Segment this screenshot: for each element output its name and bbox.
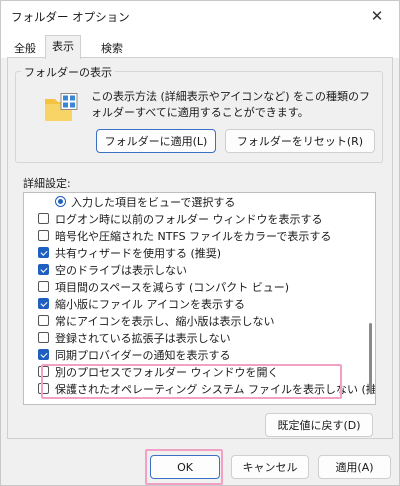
list-item[interactable]: 登録されている拡張子は表示しない [24,329,362,346]
scrollbar-thumb[interactable] [369,323,372,393]
tab-search[interactable]: 検索 [94,37,130,57]
restore-defaults-button[interactable]: 既定値に戻す(D) [265,413,373,437]
advanced-settings-list[interactable]: 入力した項目をビューで選択する ログオン時に以前のフォルダー ウィンドウを表示す… [23,192,376,405]
tab-general[interactable]: 全般 [7,37,43,57]
checkbox[interactable] [38,349,49,360]
list-item[interactable]: 常にアイコンを表示し、縮小版は表示しない [24,312,362,329]
list-item[interactable]: 項目間のスペースを減らす (コンパクト ビュー) [24,278,362,295]
list-item[interactable]: 保護されたオペレーティング システム ファイルを表示しない (推奨) [24,380,375,397]
apply-button[interactable]: 適用(A) [318,455,391,479]
folder-view-group-label: フォルダーの表示 [21,64,115,80]
tab-strip: 全般 表示 検索 [1,31,399,59]
list-item[interactable]: ログオン時に以前のフォルダー ウィンドウを表示する [24,210,362,227]
ok-button[interactable]: OK [150,455,220,479]
checkbox[interactable] [38,247,49,258]
list-item[interactable]: 入力した項目をビューで選択する [24,193,362,210]
list-item[interactable]: 暗号化や圧縮された NTFS ファイルをカラーで表示する [24,227,362,244]
list-item[interactable]: 共有ウィザードを使用する (推奨) [24,244,362,261]
list-item[interactable]: 同期プロバイダーの通知を表示する [24,346,362,363]
checkbox[interactable] [38,264,49,275]
tab-view[interactable]: 表示 [45,35,81,59]
close-button[interactable]: ✕ [355,1,399,31]
cancel-button[interactable]: キャンセル [231,455,309,479]
list-item[interactable]: 別のプロセスでフォルダー ウィンドウを開く [24,363,362,380]
reset-folders-button[interactable]: フォルダーをリセット(R) [225,129,375,153]
list-item[interactable]: 縮小版にファイル アイコンを表示する [24,295,362,312]
radio-button[interactable] [55,196,66,207]
apply-to-folders-button[interactable]: フォルダーに適用(L) [96,129,216,153]
window-title: フォルダー オプション [11,10,130,24]
checkbox[interactable] [38,383,49,394]
title-bar: フォルダー オプション ✕ [1,1,399,31]
folder-options-dialog: フォルダー オプション ✕ 全般 表示 検索 フォルダーの表示 この表示方法 (… [0,0,400,486]
folder-view-icon [45,93,78,121]
close-icon: ✕ [370,7,384,25]
checkbox[interactable] [38,366,49,377]
folder-view-description: この表示方法 (詳細表示やアイコンなど) をこの種類のフォルダーすべてに適用する… [91,90,371,119]
list-scrollbar[interactable] [366,195,374,402]
checkbox[interactable] [38,332,49,343]
checkbox[interactable] [38,298,49,309]
checkbox[interactable] [38,230,49,241]
list-item[interactable]: 空のドライブは表示しない [24,261,362,278]
advanced-settings-label: 詳細設定: [23,177,71,190]
checkbox[interactable] [38,281,49,292]
checkbox[interactable] [38,213,49,224]
checkbox[interactable] [38,315,49,326]
